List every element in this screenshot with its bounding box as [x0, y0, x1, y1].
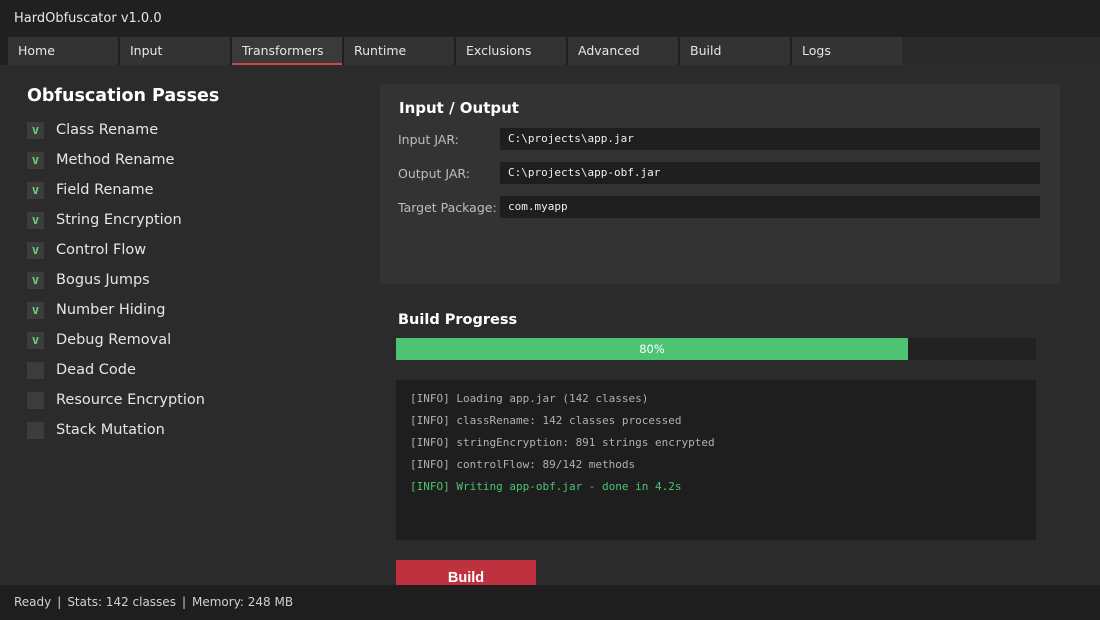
tab-build[interactable]: Build: [680, 37, 790, 65]
pass-label: String Encryption: [56, 212, 182, 228]
build-button[interactable]: Build: [396, 560, 536, 585]
progress-percent: 80%: [639, 342, 665, 356]
build-progress-bar: 80%: [396, 338, 1036, 360]
tab-strip-filler: [902, 37, 1100, 65]
status-separator: |: [57, 595, 62, 609]
checkbox-checked[interactable]: v: [27, 121, 44, 139]
tab-home[interactable]: Home: [8, 37, 118, 65]
checkbox-checked[interactable]: v: [27, 301, 44, 319]
checkbox-unchecked[interactable]: [27, 391, 44, 409]
input-jar-label: Input JAR:: [398, 132, 459, 147]
pass-debug-removal[interactable]: v Debug Removal: [27, 329, 171, 351]
pass-label: Resource Encryption: [56, 392, 205, 408]
checkbox-checked[interactable]: v: [27, 331, 44, 349]
pass-label: Number Hiding: [56, 302, 166, 318]
output-jar-field[interactable]: [500, 162, 1040, 184]
target-package-field[interactable]: [500, 196, 1040, 218]
tab-advanced[interactable]: Advanced: [568, 37, 678, 65]
tab-logs[interactable]: Logs: [792, 37, 902, 65]
checkbox-checked[interactable]: v: [27, 181, 44, 199]
io-title: Input / Output: [399, 99, 519, 117]
pass-string-encryption[interactable]: v String Encryption: [27, 209, 182, 231]
status-bar: Ready | Stats: 142 classes | Memory: 248 MB: [0, 585, 1100, 620]
status-memory: Memory: 248 MB: [192, 595, 294, 609]
log-line: [INFO] controlFlow: 89/142 methods: [410, 458, 636, 471]
status-state: Ready: [14, 595, 52, 609]
tab-transformers[interactable]: Transformers: [232, 37, 342, 65]
checkbox-unchecked[interactable]: [27, 361, 44, 379]
checkbox-checked[interactable]: v: [27, 241, 44, 259]
output-jar-label: Output JAR:: [398, 166, 470, 181]
pass-resource-encryption[interactable]: Resource Encryption: [27, 389, 205, 411]
pass-label: Stack Mutation: [56, 422, 165, 438]
build-log: [INFO] Loading app.jar (142 classes) [IN…: [396, 380, 1036, 540]
build-progress-title: Build Progress: [398, 312, 518, 328]
status-stats: Stats: 142 classes: [67, 595, 176, 609]
log-line-success: [INFO] Writing app-obf.jar - done in 4.2…: [410, 480, 682, 493]
pass-method-rename[interactable]: v Method Rename: [27, 149, 174, 171]
log-line: [INFO] Loading app.jar (142 classes): [410, 392, 649, 405]
checkbox-checked[interactable]: v: [27, 271, 44, 289]
target-package-label: Target Package:: [398, 200, 497, 215]
pass-dead-code[interactable]: Dead Code: [27, 359, 136, 381]
pass-number-hiding[interactable]: v Number Hiding: [27, 299, 165, 321]
tab-runtime[interactable]: Runtime: [344, 37, 454, 65]
pass-class-rename[interactable]: v Class Rename: [27, 119, 158, 141]
pass-bogus-jumps[interactable]: v Bogus Jumps: [27, 269, 150, 291]
checkbox-checked[interactable]: v: [27, 151, 44, 169]
pass-label: Field Rename: [56, 182, 154, 198]
pass-label: Method Rename: [56, 152, 175, 168]
input-jar-field[interactable]: [500, 128, 1040, 150]
io-panel: Input / Output Input JAR: Output JAR: Ta…: [380, 84, 1060, 284]
pass-field-rename[interactable]: v Field Rename: [27, 179, 154, 201]
status-separator: |: [181, 595, 186, 609]
tab-exclusions[interactable]: Exclusions: [456, 37, 566, 65]
tab-input[interactable]: Input: [120, 37, 230, 65]
pass-control-flow[interactable]: v Control Flow: [27, 239, 146, 261]
log-line: [INFO] classRename: 142 classes processe…: [410, 414, 682, 427]
checkbox-checked[interactable]: v: [27, 211, 44, 229]
pass-label: Dead Code: [56, 362, 136, 378]
pass-label: Bogus Jumps: [56, 272, 150, 288]
pass-label: Class Rename: [56, 122, 159, 138]
tab-bar: Home Input Transformers Runtime Exclusio…: [0, 37, 1100, 65]
pass-label: Debug Removal: [56, 332, 172, 348]
window-title: HardObfuscator v1.0.0: [0, 0, 1100, 37]
pass-stack-mutation[interactable]: Stack Mutation: [27, 419, 165, 441]
passes-title: Obfuscation Passes: [27, 86, 220, 106]
pass-label: Control Flow: [56, 242, 147, 258]
checkbox-unchecked[interactable]: [27, 421, 44, 439]
log-line: [INFO] stringEncryption: 891 strings enc…: [410, 436, 715, 449]
